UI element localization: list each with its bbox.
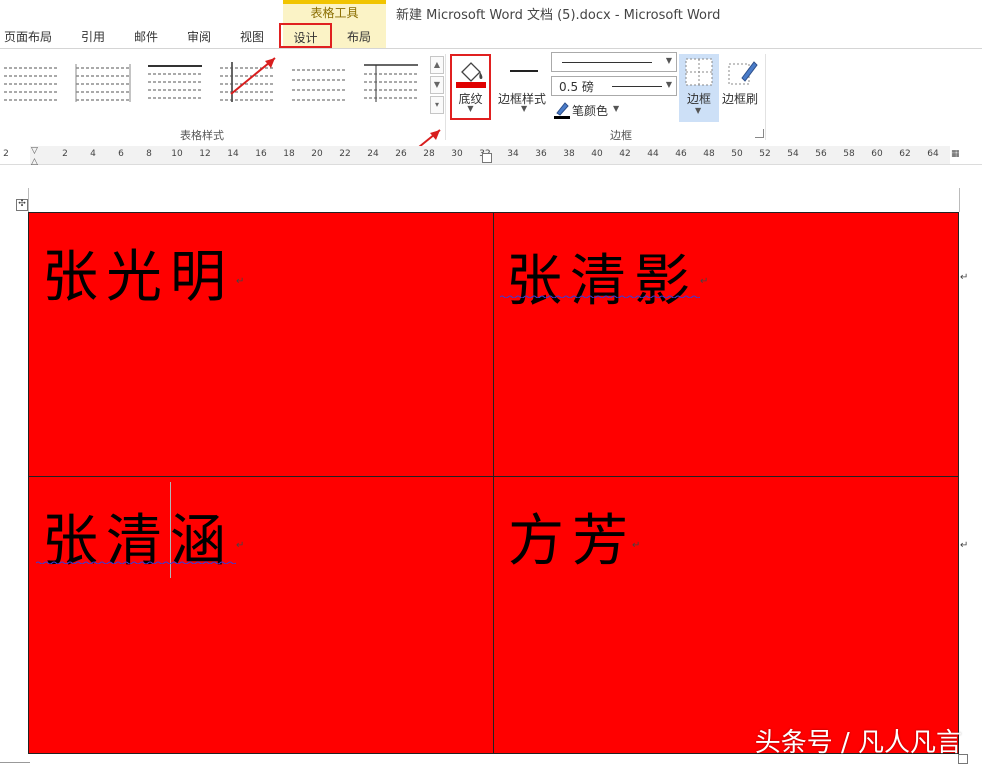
ruler-tick-label: 14: [227, 149, 239, 159]
paragraph-mark-icon: ↵: [236, 276, 245, 287]
tab-references[interactable]: 引用: [81, 28, 105, 48]
line-weight-value: 0.5 磅: [559, 80, 594, 94]
tab-mailings[interactable]: 邮件: [134, 28, 158, 48]
tab-layout[interactable]: 布局: [347, 28, 371, 48]
spelling-squiggle: [500, 295, 700, 298]
row-end-mark-icon: ↵: [960, 272, 969, 283]
group-divider: [765, 54, 766, 140]
tab-review[interactable]: 审阅: [187, 28, 211, 48]
table-style-banded[interactable]: [362, 60, 420, 108]
ruler-tick-label: 2: [3, 149, 9, 159]
spelling-squiggle: [36, 561, 236, 564]
row-end-mark-icon: ↵: [960, 540, 969, 551]
line-weight-preview: [612, 86, 662, 87]
border-style-line-icon: [510, 70, 538, 72]
ruler-tick-label: 22: [339, 149, 351, 159]
table-row-divider: [28, 476, 959, 477]
border-painter-icon: [728, 58, 758, 92]
paragraph-mark-icon: ↵: [700, 276, 709, 287]
chevron-down-icon: ▼: [695, 106, 702, 115]
gallery-scroll-down[interactable]: ▼: [430, 76, 444, 94]
ruler-tick-label: 50: [731, 149, 743, 159]
gallery-scroll-up[interactable]: ▲: [430, 56, 444, 74]
ruler-tick-label: 44: [647, 149, 659, 159]
indent-marker-icon[interactable]: ▽: [31, 146, 38, 156]
borders-label: 边框: [686, 92, 711, 106]
ruler-tick-label: 54: [787, 149, 799, 159]
ruler-tick-label: 60: [871, 149, 883, 159]
table-cell-text[interactable]: 张光明: [42, 232, 234, 313]
paragraph-mark-icon: ↵: [632, 540, 641, 551]
tab-design[interactable]: 设计: [281, 29, 330, 46]
ruler-tick-label: 24: [367, 149, 379, 159]
chevron-down-icon: ▼: [467, 104, 474, 113]
table-style-header[interactable]: [146, 60, 204, 108]
ruler-tick-label: 6: [118, 149, 124, 159]
tab-view[interactable]: 视图: [240, 28, 264, 48]
table-move-handle-icon[interactable]: ✣: [16, 199, 28, 211]
line-style-dropdown[interactable]: ▼: [551, 52, 677, 72]
ruler-tick-label: 12: [199, 149, 211, 159]
ruler-tick-label: 26: [395, 149, 407, 159]
table-style-light[interactable]: [290, 60, 348, 108]
column-marker-icon[interactable]: [482, 153, 492, 163]
ruler-tick-label: 36: [535, 149, 547, 159]
ruler-tick-label: 46: [675, 149, 687, 159]
ruler-tick-label: 56: [815, 149, 827, 159]
ruler-tick-label: 10: [171, 149, 183, 159]
ruler-tick-label: 40: [591, 149, 603, 159]
table-cell-text[interactable]: 方芳: [508, 496, 636, 577]
paint-bucket-icon: [456, 58, 486, 92]
chevron-down-icon: ▼: [665, 80, 672, 89]
ruler-tick-label: 62: [899, 149, 911, 159]
pen-icon: [554, 101, 570, 123]
table-style-grid[interactable]: [74, 60, 132, 108]
ruler-tick-label: 42: [619, 149, 631, 159]
table-column-divider: [493, 212, 494, 754]
ruler-tick-label: 52: [759, 149, 771, 159]
ruler-tick-label: 38: [563, 149, 575, 159]
line-style-preview: [562, 62, 652, 63]
ruler-tick-label: 58: [843, 149, 855, 159]
ruler-tick-label: 48: [703, 149, 715, 159]
chevron-down-icon: ▼: [613, 104, 620, 113]
borders-group-label: 边框: [610, 129, 632, 142]
window-title: 新建 Microsoft Word 文档 (5).docx - Microsof…: [396, 8, 721, 23]
contextual-group-label: 表格工具: [310, 6, 359, 20]
ruler-tick-label: 18: [283, 149, 295, 159]
ruler-tick-label: 30: [451, 149, 463, 159]
chevron-down-icon: ▼: [665, 56, 672, 65]
ruler-tick-label: 16: [255, 149, 267, 159]
table-style-plain[interactable]: [2, 60, 60, 108]
tab-page-layout[interactable]: 页面布局: [4, 28, 52, 48]
watermark-text: 头条号 / 凡人凡言: [754, 728, 962, 758]
table-styles-group-label: 表格样式: [180, 129, 224, 142]
pen-color-button[interactable]: 笔颜色: [572, 102, 608, 119]
ruler-tick-label: 34: [507, 149, 519, 159]
margin-guide: [959, 188, 960, 212]
ruler-tick-label: 4: [90, 149, 96, 159]
paragraph-mark-icon: ↵: [236, 540, 245, 551]
ruler-tick-label: 64: [927, 149, 939, 159]
annotation-arrow-icon: [230, 57, 276, 95]
margin-guide: [28, 188, 29, 212]
gallery-more[interactable]: ▾: [430, 96, 444, 114]
column-marker-icon[interactable]: ▦: [951, 149, 960, 159]
ruler-tick-label: 20: [311, 149, 323, 159]
chevron-down-icon: ▼: [521, 104, 528, 113]
ruler-tick-label: 8: [146, 149, 152, 159]
margin-guide: [0, 762, 30, 763]
border-painter-button[interactable]: 边框刷: [722, 90, 758, 107]
borders-grid-icon: [685, 58, 713, 90]
table-cell-text[interactable]: 张清影: [506, 236, 698, 317]
ruler-tick-label: 28: [423, 149, 435, 159]
ruler-tick-label: 2: [62, 149, 68, 159]
dialog-launcher-icon[interactable]: [755, 129, 764, 138]
table-cell-text[interactable]: 张清涵: [42, 496, 234, 577]
indent-marker-icon[interactable]: △: [31, 157, 38, 167]
